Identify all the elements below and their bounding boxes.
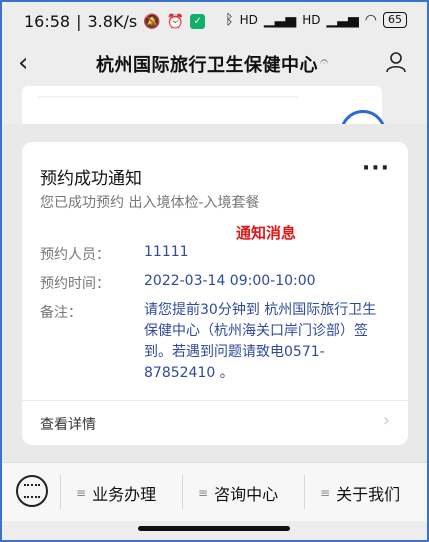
wifi-icon: ◠ [364, 12, 377, 28]
menu-separator [304, 475, 305, 509]
alarm-icon: ⏰ [166, 13, 185, 30]
menu-item-business[interactable]: ≡ 业务办理 [76, 481, 156, 505]
person-icon[interactable] [385, 51, 407, 73]
status-time: 16:58 [24, 12, 71, 31]
annotation-label: 通知消息 [236, 224, 297, 242]
booking-person-value: 11111 [144, 244, 189, 260]
notification-card[interactable]: 预约成功通知 ··· 您已成功预约 出入境体检-入境套餐 通知消息 预约人员： … [22, 142, 408, 445]
booking-person-label: 预约人员： [40, 247, 110, 263]
menu-lines-icon: ≡ [198, 486, 209, 500]
app-notification-icon: ✓ [190, 14, 206, 29]
signal-1-icon: ▁▃▅ [263, 12, 297, 28]
status-bar: 16:58 | 3.8K/s 🔕 ⏰ ✓ ᛒ HD ▁▃▅ HD ▁▃▅ ◠ 6… [2, 2, 427, 42]
booking-time-label: 预约时间： [40, 276, 110, 292]
card-divider [22, 400, 408, 401]
booking-time-value: 2022-03-14 09:00-10:00 [144, 273, 316, 289]
menu-lines-icon: ≡ [76, 486, 87, 500]
card-subtitle: 您已成功预约 出入境体检-入境套餐 [40, 195, 260, 211]
bottom-menu: ≡ 业务办理 ≡ 咨询中心 ≡ 关于我们 [2, 462, 427, 521]
chevron-right-icon[interactable]: › [383, 410, 390, 431]
view-details-link[interactable]: 查看详情 [40, 414, 96, 434]
signal-2-label: HD [302, 13, 321, 27]
chevron-left-icon[interactable]: ‹ [18, 48, 28, 78]
menu-lines-icon: ≡ [320, 486, 331, 500]
menu-separator [182, 475, 183, 509]
bluetooth-icon: ᛒ [225, 12, 234, 28]
ear-icon: 𝄐 [320, 52, 329, 70]
note-value: 请您提前30分钟到 杭州国际旅行卫生保健中心（杭州海关口岸门诊部）签到。若遇到问… [144, 302, 377, 381]
menu-item-about[interactable]: ≡ 关于我们 [320, 481, 400, 505]
menu-item-label: 关于我们 [336, 485, 401, 504]
mute-icon: 🔕 [143, 13, 161, 30]
signal-1-label: HD [239, 13, 258, 27]
page-title: 杭州国际旅行卫生保健中心 [96, 55, 318, 76]
menu-item-label: 咨询中心 [214, 485, 279, 504]
card-title: 预约成功通知 [40, 169, 142, 189]
home-indicator[interactable] [138, 526, 290, 531]
status-separator: | [76, 12, 82, 31]
signal-2-icon: ▁▃▅ [326, 12, 359, 28]
phone-frame: 16:58 | 3.8K/s 🔕 ⏰ ✓ ᛒ HD ▁▃▅ HD ▁▃▅ ◠ 6… [0, 0, 429, 542]
note-label: 备注： [40, 305, 82, 321]
nav-bar: ‹ 杭州国际旅行卫生保健中心 𝄐 [2, 42, 427, 84]
menu-separator [60, 475, 61, 509]
menu-item-consult[interactable]: ≡ 咨询中心 [198, 481, 278, 505]
status-network-speed: 3.8K/s [87, 12, 138, 31]
menu-item-label: 业务办理 [92, 485, 157, 504]
divider-line [38, 96, 298, 98]
more-icon[interactable]: ··· [362, 156, 390, 181]
battery-indicator: 65 [383, 12, 407, 28]
keyboard-icon[interactable] [16, 475, 48, 507]
